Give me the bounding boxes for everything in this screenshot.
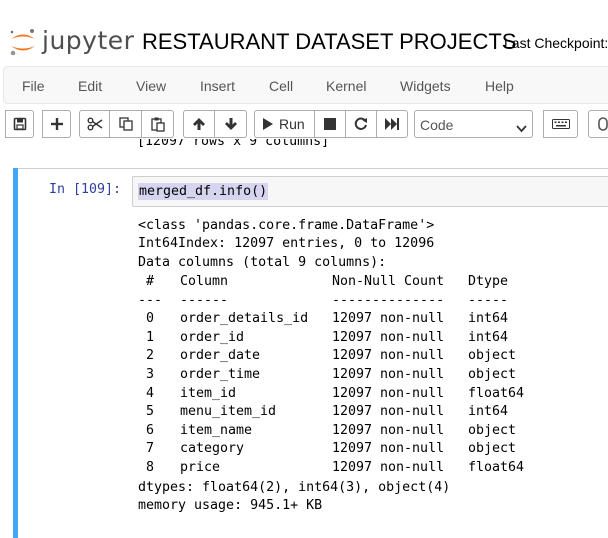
table-row-column: category [180,441,245,457]
move-up-button[interactable] [183,110,215,138]
table-header-index: # [146,274,155,289]
selected-cell-indicator [13,168,18,538]
menu-view[interactable]: View [136,78,166,94]
table-row-index: 0 [146,311,155,327]
insert-cell-button[interactable] [42,110,71,138]
table-row-non-null-count: 12097 non-null [332,311,445,327]
table-row-column: order_date [180,348,261,364]
menu-file[interactable]: File [22,78,45,94]
table-row-dtype: float64 [468,385,525,401]
table-row-dtype: int64 [468,329,509,345]
table-row-dtype: int64 [468,311,509,327]
logo-text: jupyter [42,26,135,55]
header: jupyter RESTAURANT DATASET PROJECTS Last… [0,0,608,66]
menu-insert[interactable]: Insert [200,78,235,94]
run-button[interactable]: Run [254,110,315,138]
table-row-dtype: object [468,367,517,382]
cut-icon [87,117,103,131]
cell-type-select[interactable]: Code [414,110,533,138]
table-row-non-null-count: 12097 non-null [332,460,445,475]
last-checkpoint: Last Checkpoint: [504,35,608,51]
table-row-non-null-count: 12097 non-null [332,367,445,382]
table-header-column: Column [180,274,229,289]
table-row-non-null-count: 12097 non-null [332,441,445,457]
fast-forward-icon [385,118,399,130]
table-separator-dtype: ----- [468,292,509,308]
table-row-column: menu_item_id [180,404,277,420]
table-row-column: order_details_id [180,311,309,327]
menu-cell[interactable]: Cell [269,78,293,94]
interrupt-button[interactable] [315,110,346,138]
extension-button[interactable] [588,110,608,138]
command-palette-button[interactable] [543,110,578,138]
output-memory-line: memory usage: 945.1+ KB [138,498,323,513]
output-class-line: <class 'pandas.core.frame.DataFrame'> [138,218,435,233]
play-icon [263,118,273,130]
table-row-column: item_id [180,385,237,401]
paste-button[interactable] [142,110,174,138]
menu-edit[interactable]: Edit [78,78,102,94]
table-row-column: price [180,460,221,475]
table-row-index: 6 [146,422,155,438]
cut-button[interactable] [79,110,110,138]
notebook-title[interactable]: RESTAURANT DATASET PROJECTS [142,29,516,55]
save-button[interactable] [5,110,34,138]
table-row-dtype: float64 [468,460,525,475]
jupyter-logo-icon[interactable] [8,26,38,58]
table-row-index: 1 [146,329,155,345]
table-row-dtype: int64 [468,404,509,420]
table-row-dtype: object [468,441,517,457]
table-row-non-null-count: 12097 non-null [332,329,445,345]
arrow-up-icon [192,117,206,131]
code-text[interactable]: merged_df.info() [138,183,269,200]
menu-widgets[interactable]: Widgets [400,78,451,94]
copy-button[interactable] [110,110,142,138]
copy-icon [118,117,133,131]
save-icon [13,117,27,131]
restart-button[interactable] [346,110,377,138]
output-dtypes-line: dtypes: float64(2), int64(3), object(4) [138,480,451,495]
link-icon [596,117,608,131]
previous-output: [12097 rows x 9 columns] [137,139,330,149]
menu-kernel[interactable]: Kernel [326,78,366,94]
paste-icon [150,117,165,132]
table-row-non-null-count: 12097 non-null [332,422,445,438]
table-row-column: order_id [180,329,245,345]
table-row-column: item_name [180,422,253,438]
menu-help[interactable]: Help [485,78,514,94]
plus-icon [50,118,63,130]
input-prompt: In [109]: [49,182,122,197]
table-row-index: 2 [146,348,155,364]
chevron-down-icon [516,120,527,136]
table-separator-non-null-count: -------------- [332,292,445,308]
table-row-non-null-count: 12097 non-null [332,385,445,401]
cell-type-value: Code [420,117,454,133]
table-header-non-null-count: Non-Null Count [332,274,445,289]
table-row-non-null-count: 12097 non-null [332,404,445,420]
output-index-line: Int64Index: 12097 entries, 0 to 12096 [138,236,435,251]
restart-run-all-button[interactable] [377,110,408,138]
stop-icon [324,118,336,130]
output-data-columns-line: Data columns (total 9 columns): [138,255,387,270]
table-row-index: 3 [146,367,155,382]
run-label: Run [279,116,305,132]
arrow-down-icon [224,117,238,131]
table-row-column: order_time [180,367,261,382]
table-separator-column: ------ [180,292,229,308]
table-row-non-null-count: 12097 non-null [332,348,445,364]
restart-icon [354,117,368,131]
menubar: File Edit View Insert Cell Kernel Widget… [3,66,608,104]
table-row-index: 5 [146,404,155,420]
keyboard-icon [551,119,570,129]
table-row-dtype: object [468,348,517,364]
table-row-index: 4 [146,385,155,401]
table-header-dtype: Dtype [468,274,509,289]
table-separator-index: --- [138,292,163,308]
table-row-index: 8 [146,460,155,475]
table-row-dtype: object [468,422,517,438]
move-down-button[interactable] [215,110,247,138]
table-row-index: 7 [146,441,155,457]
